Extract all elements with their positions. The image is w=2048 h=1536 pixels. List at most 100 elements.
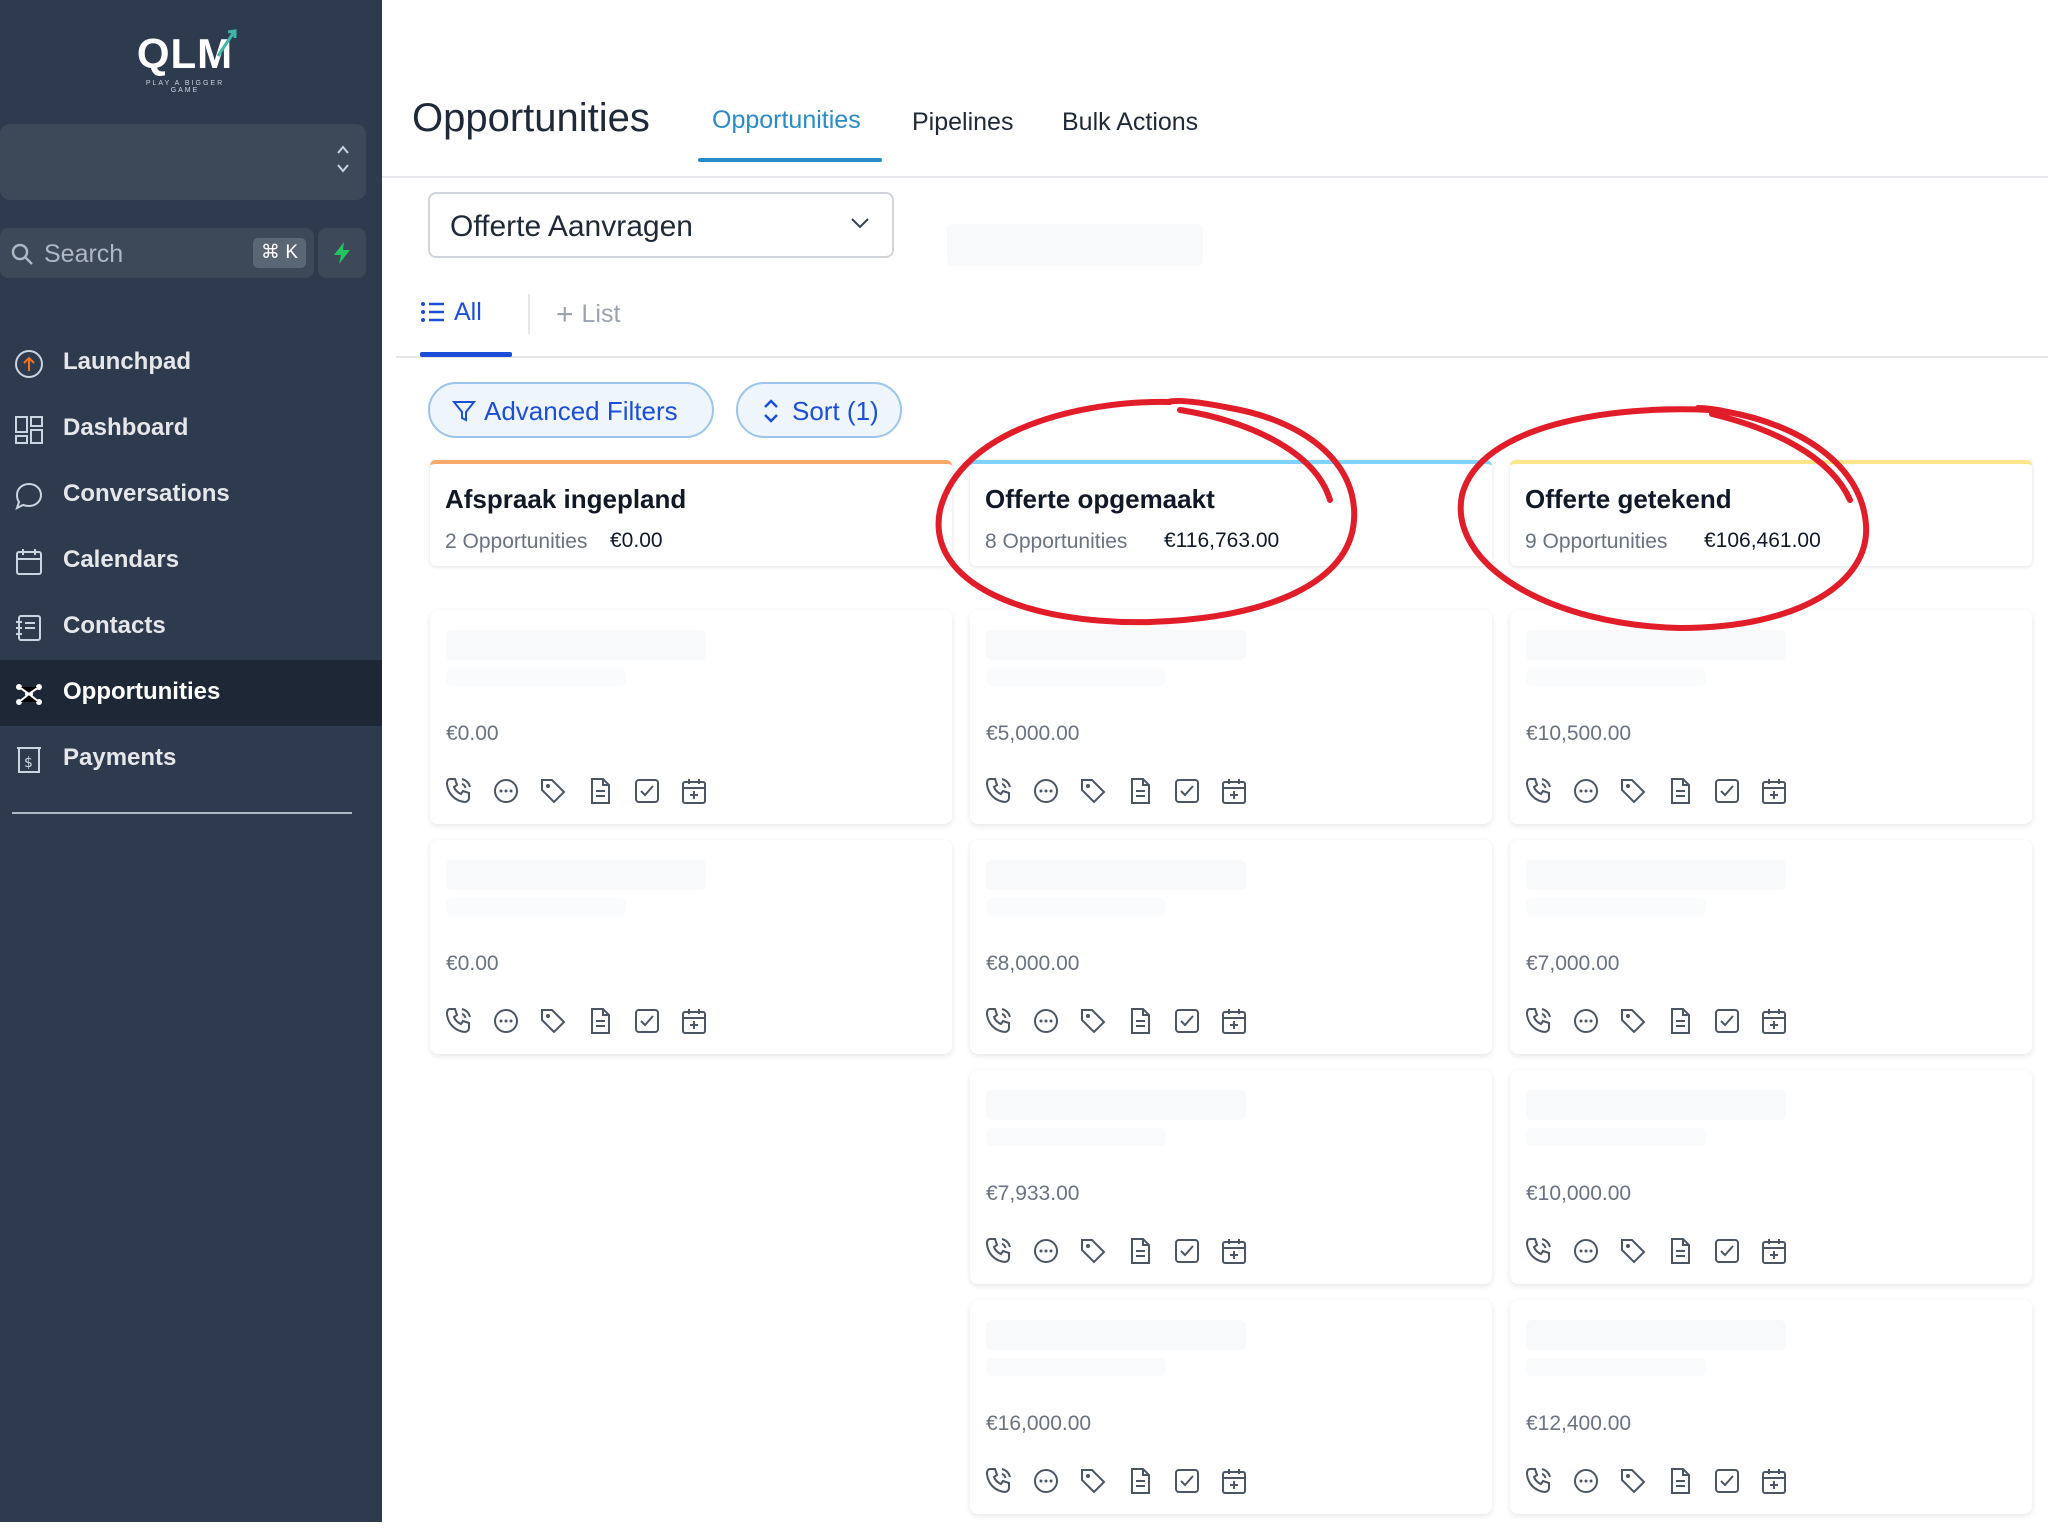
calendar-add-icon[interactable] bbox=[1219, 1006, 1249, 1036]
view-tab-all[interactable]: All bbox=[420, 298, 482, 327]
tab-bulk-actions[interactable]: Bulk Actions bbox=[1062, 108, 1198, 137]
tag-icon[interactable] bbox=[538, 776, 568, 806]
sidebar: QLM PLAY A BIGGER GAME Search ⌘ K Launch… bbox=[0, 0, 382, 1522]
opportunity-card[interactable]: €10,000.00 bbox=[1510, 1070, 2032, 1284]
phone-icon[interactable] bbox=[1524, 1466, 1554, 1496]
calendar-add-icon[interactable] bbox=[1759, 1006, 1789, 1036]
message-icon[interactable] bbox=[1571, 1236, 1601, 1266]
tab-pipelines[interactable]: Pipelines bbox=[912, 108, 1013, 137]
opportunity-card[interactable]: €5,000.00 bbox=[970, 610, 1492, 824]
task-check-icon[interactable] bbox=[1172, 1006, 1202, 1036]
task-check-icon[interactable] bbox=[1172, 776, 1202, 806]
stage-header-offerte-opgemaakt[interactable]: Offerte opgemaakt 8 Opportunities €116,7… bbox=[970, 460, 1492, 566]
tag-icon[interactable] bbox=[1618, 1006, 1648, 1036]
sidebar-item-conversations[interactable]: Conversations bbox=[0, 462, 382, 528]
brand-logo[interactable]: QLM PLAY A BIGGER GAME bbox=[130, 29, 240, 94]
opportunity-card[interactable]: €12,400.00 bbox=[1510, 1300, 2032, 1514]
document-icon[interactable] bbox=[1125, 776, 1155, 806]
opportunity-value: €0.00 bbox=[446, 722, 499, 745]
phone-icon[interactable] bbox=[984, 776, 1014, 806]
advanced-filters-button[interactable]: Advanced Filters bbox=[428, 382, 714, 438]
calendar-add-icon[interactable] bbox=[1759, 1236, 1789, 1266]
opportunity-card[interactable]: €16,000.00 bbox=[970, 1300, 1492, 1514]
tag-icon[interactable] bbox=[1078, 776, 1108, 806]
sidebar-divider bbox=[12, 812, 352, 814]
message-icon[interactable] bbox=[1031, 1006, 1061, 1036]
sidebar-item-payments[interactable]: $ Payments bbox=[0, 726, 382, 792]
opportunity-card[interactable]: €0.00 bbox=[430, 610, 952, 824]
document-icon[interactable] bbox=[1665, 776, 1695, 806]
document-icon[interactable] bbox=[585, 1006, 615, 1036]
sidebar-item-label: Dashboard bbox=[63, 414, 189, 441]
message-icon[interactable] bbox=[1571, 776, 1601, 806]
message-icon[interactable] bbox=[1571, 1466, 1601, 1496]
tab-opportunities[interactable]: Opportunities bbox=[712, 106, 861, 135]
opportunity-card[interactable]: €0.00 bbox=[430, 840, 952, 1054]
task-check-icon[interactable] bbox=[1712, 1006, 1742, 1036]
pipeline-select[interactable]: Offerte Aanvragen bbox=[428, 192, 894, 258]
opportunity-card[interactable]: €10,500.00 bbox=[1510, 610, 2032, 824]
sidebar-item-opportunities[interactable]: Opportunities bbox=[0, 660, 382, 726]
task-check-icon[interactable] bbox=[1712, 1236, 1742, 1266]
document-icon[interactable] bbox=[1665, 1236, 1695, 1266]
message-icon[interactable] bbox=[491, 776, 521, 806]
phone-icon[interactable] bbox=[984, 1466, 1014, 1496]
document-icon[interactable] bbox=[1125, 1006, 1155, 1036]
opportunity-card[interactable]: €7,000.00 bbox=[1510, 840, 2032, 1054]
document-icon[interactable] bbox=[1665, 1006, 1695, 1036]
tag-icon[interactable] bbox=[1618, 1466, 1648, 1496]
tag-icon[interactable] bbox=[1078, 1006, 1108, 1036]
stage-header-afspraak-ingepland[interactable]: Afspraak ingepland 2 Opportunities €0.00 bbox=[430, 460, 952, 566]
task-check-icon[interactable] bbox=[1712, 1466, 1742, 1496]
sidebar-item-contacts[interactable]: Contacts bbox=[0, 594, 382, 660]
sidebar-item-calendars[interactable]: Calendars bbox=[0, 528, 382, 594]
message-icon[interactable] bbox=[491, 1006, 521, 1036]
calendar-add-icon[interactable] bbox=[679, 1006, 709, 1036]
message-icon[interactable] bbox=[1031, 1466, 1061, 1496]
calendar-add-icon[interactable] bbox=[1759, 1466, 1789, 1496]
stage-header-offerte-getekend[interactable]: Offerte getekend 9 Opportunities €106,46… bbox=[1510, 460, 2032, 566]
message-icon[interactable] bbox=[1031, 776, 1061, 806]
phone-icon[interactable] bbox=[444, 776, 474, 806]
blurred-opportunity-name bbox=[446, 898, 626, 916]
phone-icon[interactable] bbox=[1524, 1236, 1554, 1266]
task-check-icon[interactable] bbox=[1172, 1466, 1202, 1496]
search-box[interactable]: Search ⌘ K bbox=[0, 228, 314, 278]
sidebar-item-launchpad[interactable]: Launchpad bbox=[0, 330, 382, 396]
task-check-icon[interactable] bbox=[632, 1006, 662, 1036]
phone-icon[interactable] bbox=[444, 1006, 474, 1036]
task-check-icon[interactable] bbox=[632, 776, 662, 806]
blurred-opportunity-name bbox=[1526, 1358, 1706, 1376]
tag-icon[interactable] bbox=[1078, 1236, 1108, 1266]
document-icon[interactable] bbox=[1665, 1466, 1695, 1496]
opportunity-card[interactable]: €7,933.00 bbox=[970, 1070, 1492, 1284]
account-switcher[interactable] bbox=[0, 124, 366, 200]
calendar-add-icon[interactable] bbox=[679, 776, 709, 806]
task-check-icon[interactable] bbox=[1712, 776, 1742, 806]
document-icon[interactable] bbox=[1125, 1236, 1155, 1266]
main-content: Offerte Aanvragen All + List Advanced Fil… bbox=[382, 178, 2048, 1522]
phone-icon[interactable] bbox=[984, 1006, 1014, 1036]
document-icon[interactable] bbox=[1125, 1466, 1155, 1496]
sort-button[interactable]: Sort (1) bbox=[736, 382, 902, 438]
calendar-add-icon[interactable] bbox=[1219, 776, 1249, 806]
calendar-add-icon[interactable] bbox=[1759, 776, 1789, 806]
calendar-add-icon[interactable] bbox=[1219, 1466, 1249, 1496]
phone-icon[interactable] bbox=[1524, 1006, 1554, 1036]
tag-icon[interactable] bbox=[1618, 776, 1648, 806]
phone-icon[interactable] bbox=[1524, 776, 1554, 806]
message-icon[interactable] bbox=[1031, 1236, 1061, 1266]
add-list-button[interactable]: + List bbox=[556, 298, 620, 332]
calendar-add-icon[interactable] bbox=[1219, 1236, 1249, 1266]
tag-icon[interactable] bbox=[538, 1006, 568, 1036]
phone-icon[interactable] bbox=[984, 1236, 1014, 1266]
tag-icon[interactable] bbox=[1618, 1236, 1648, 1266]
sidebar-item-dashboard[interactable]: Dashboard bbox=[0, 396, 382, 462]
quick-action-button[interactable] bbox=[318, 228, 366, 278]
task-check-icon[interactable] bbox=[1172, 1236, 1202, 1266]
message-icon[interactable] bbox=[1571, 1006, 1601, 1036]
document-icon[interactable] bbox=[585, 776, 615, 806]
opportunity-card[interactable]: €8,000.00 bbox=[970, 840, 1492, 1054]
blurred-opportunity-name bbox=[1526, 668, 1706, 686]
tag-icon[interactable] bbox=[1078, 1466, 1108, 1496]
